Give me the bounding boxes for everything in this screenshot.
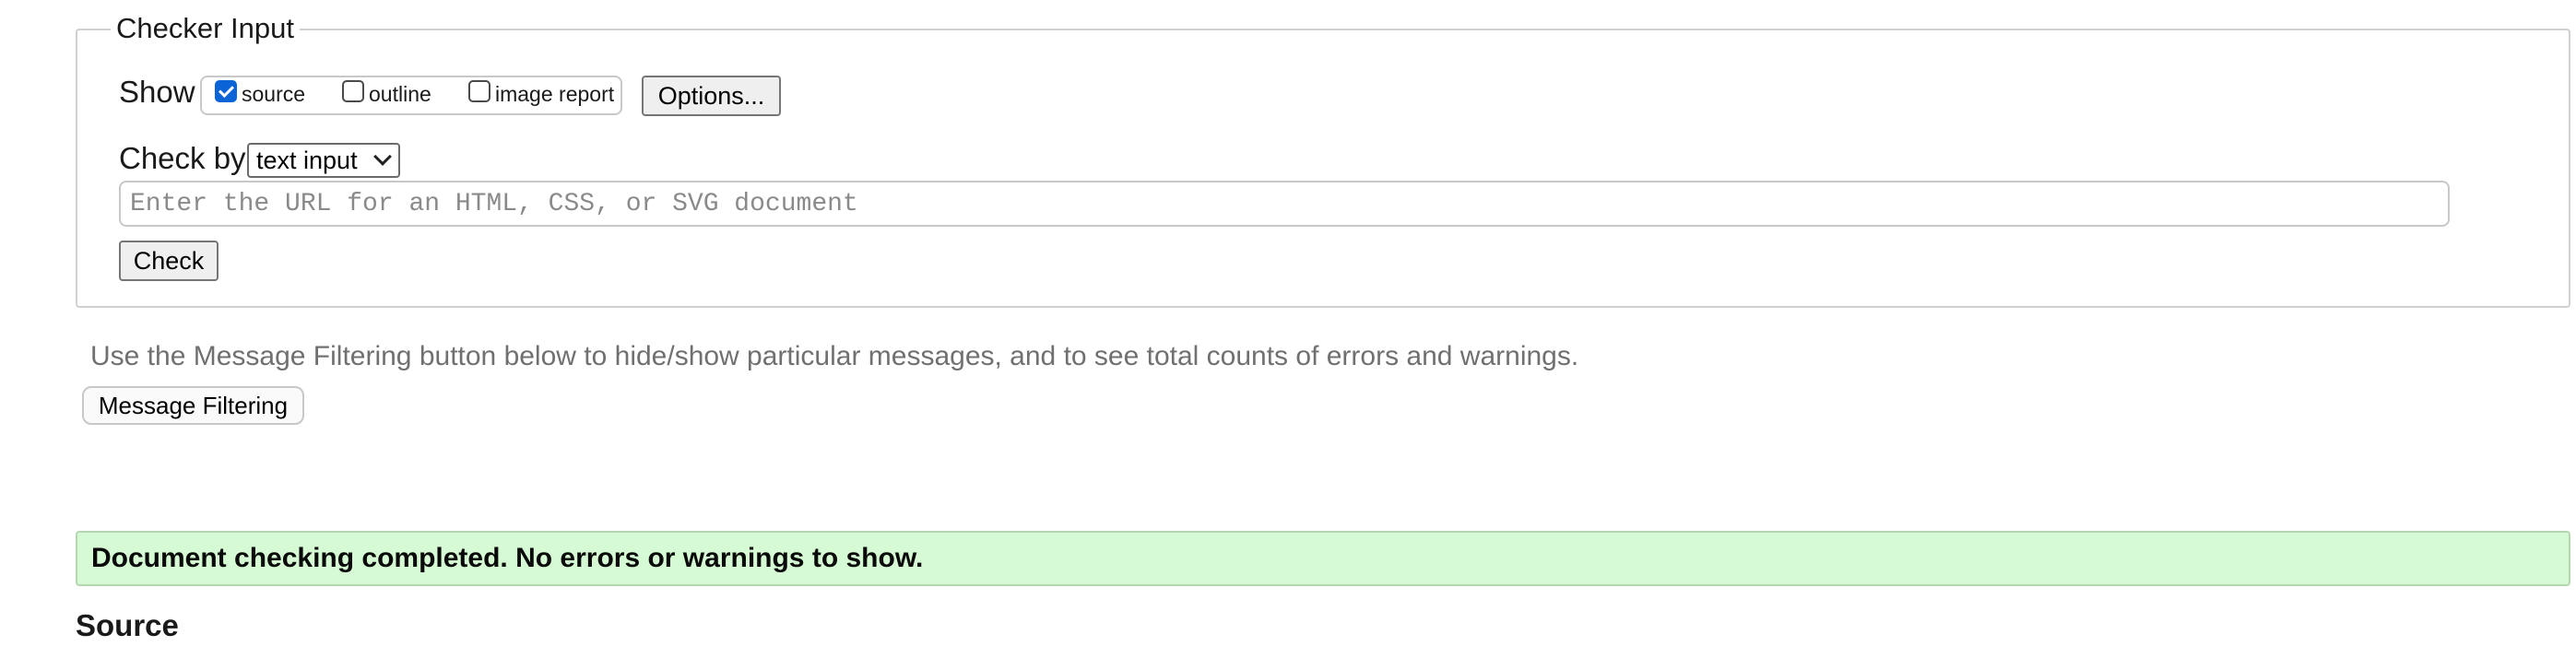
check-by-select[interactable]: text input xyxy=(247,143,400,178)
source-heading: Source xyxy=(76,608,179,642)
message-filtering-button[interactable]: Message Filtering xyxy=(82,386,304,425)
result-success-banner: Document checking completed. No errors o… xyxy=(76,531,2570,586)
show-image-report-option[interactable]: image report xyxy=(468,79,615,107)
source-checkbox-label: source xyxy=(242,82,306,106)
check-by-select-value: text input xyxy=(256,146,358,174)
image-report-checkbox[interactable] xyxy=(468,79,490,102)
image-report-checkbox-label: image report xyxy=(495,82,615,106)
checker-input-fieldset xyxy=(76,29,2570,308)
show-options-group: source outline image report xyxy=(200,76,622,115)
check-button[interactable]: Check xyxy=(119,241,219,281)
outline-checkbox-label: outline xyxy=(369,82,431,106)
check-by-label: Check by xyxy=(119,141,246,175)
url-input[interactable] xyxy=(119,181,2450,227)
chevron-down-icon xyxy=(373,147,392,166)
show-label: Show xyxy=(119,75,195,109)
result-message: Document checking completed. No errors o… xyxy=(91,543,924,573)
outline-checkbox[interactable] xyxy=(342,79,364,102)
show-source-option[interactable]: source xyxy=(215,79,306,107)
checker-input-legend: Checker Input xyxy=(111,10,300,47)
options-button[interactable]: Options... xyxy=(642,76,781,116)
source-checkbox[interactable] xyxy=(215,79,237,102)
filtering-hint: Use the Message Filtering button below t… xyxy=(90,341,1579,371)
show-outline-option[interactable]: outline xyxy=(342,79,431,107)
